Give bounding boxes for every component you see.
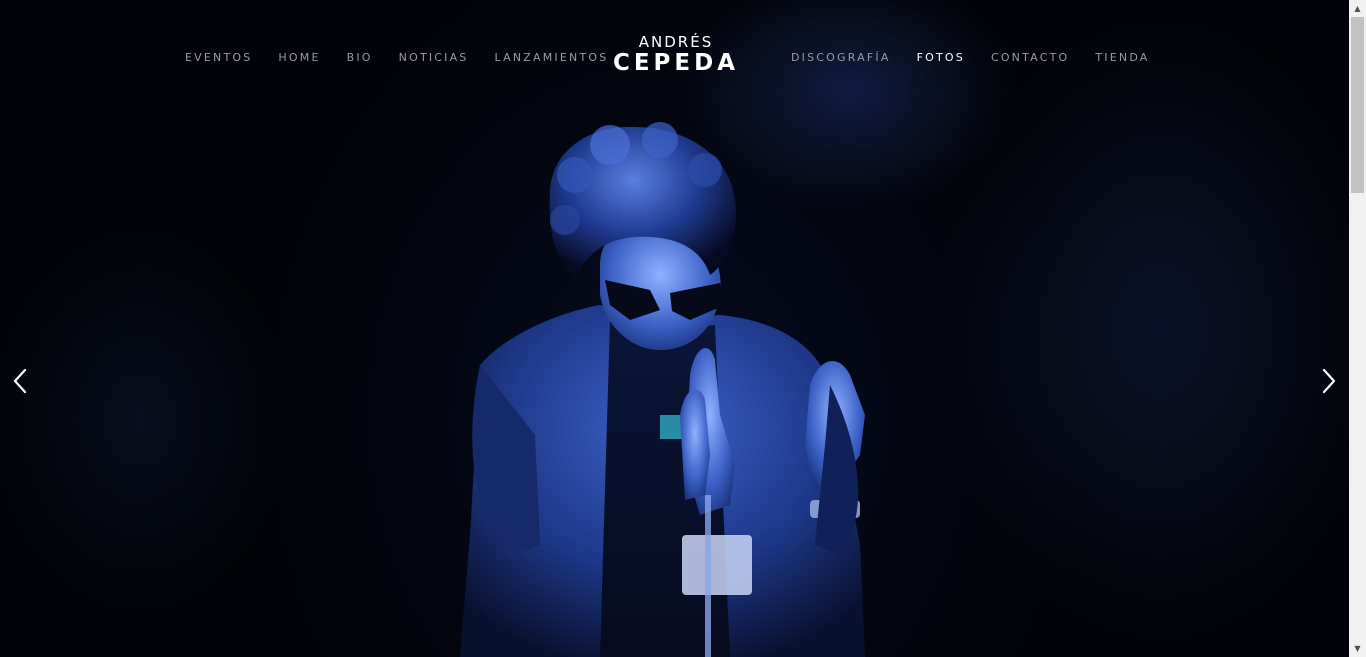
vertical-scrollbar[interactable]: ▲ ▼: [1349, 0, 1366, 657]
site-logo[interactable]: ANDRÉS CEPEDA: [606, 34, 746, 76]
nav-item-fotos[interactable]: FOTOS: [917, 51, 965, 64]
chevron-left-icon: [13, 368, 27, 394]
nav-item-eventos[interactable]: EVENTOS: [185, 51, 252, 64]
prev-slide-button[interactable]: [10, 366, 32, 396]
nav-item-noticias[interactable]: NOTICIAS: [399, 51, 469, 64]
nav-item-discografia[interactable]: DISCOGRAFÍA: [791, 51, 891, 64]
nav-item-tienda[interactable]: TIENDA: [1095, 51, 1149, 64]
gallery-photo: [460, 122, 865, 657]
chevron-right-icon: [1322, 368, 1336, 394]
nav-item-home[interactable]: HOME: [278, 51, 320, 64]
scroll-down-arrow-icon[interactable]: ▼: [1349, 640, 1366, 657]
nav-item-bio[interactable]: BIO: [347, 51, 373, 64]
scroll-up-arrow-icon[interactable]: ▲: [1349, 0, 1366, 17]
nav-item-lanzamientos[interactable]: LANZAMIENTOS: [495, 51, 609, 64]
main-nav-right: DISCOGRAFÍA FOTOS CONTACTO TIENDA: [791, 49, 1176, 65]
nav-item-contacto[interactable]: CONTACTO: [991, 51, 1069, 64]
page: EVENTOS HOME BIO NOTICIAS LANZAMIENTOS A…: [0, 0, 1366, 657]
scrollbar-thumb[interactable]: [1351, 17, 1364, 193]
next-slide-button[interactable]: [1317, 366, 1339, 396]
logo-line-2: CEPEDA: [612, 50, 740, 76]
main-nav-left: EVENTOS HOME BIO NOTICIAS LANZAMIENTOS: [185, 49, 634, 65]
logo-line-1: ANDRÉS: [638, 33, 714, 51]
photo-slider: EVENTOS HOME BIO NOTICIAS LANZAMIENTOS A…: [0, 0, 1349, 657]
